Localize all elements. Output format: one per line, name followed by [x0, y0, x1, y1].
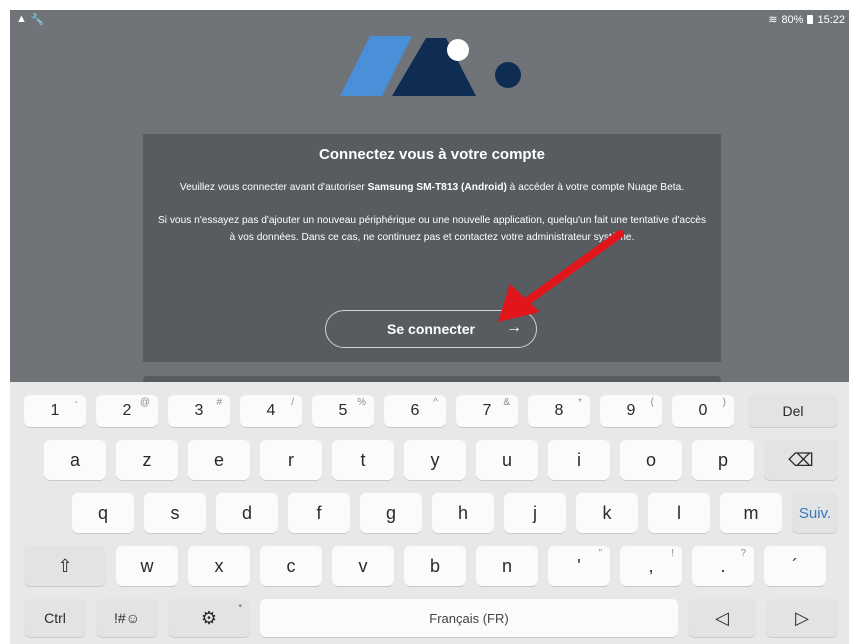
key-b[interactable]: b: [404, 546, 466, 586]
key-y[interactable]: y: [404, 440, 466, 480]
key-p[interactable]: p: [692, 440, 754, 480]
space-key[interactable]: Français (FR): [260, 599, 678, 637]
ctrl-key[interactable]: Ctrl: [24, 599, 86, 637]
nuage-logo: [340, 36, 521, 96]
key-s[interactable]: s: [144, 493, 206, 533]
key-accent[interactable]: ´: [764, 546, 826, 586]
key-8[interactable]: 8 *: [528, 395, 590, 427]
key-g[interactable]: g: [360, 493, 422, 533]
key-5[interactable]: 5%: [312, 395, 374, 427]
key-0[interactable]: 0): [672, 395, 734, 427]
key-t[interactable]: t: [332, 440, 394, 480]
key-h[interactable]: h: [432, 493, 494, 533]
battery-icon: [807, 15, 814, 24]
logo-dark-dot: [495, 62, 521, 88]
key-a[interactable]: a: [44, 440, 106, 480]
shift-icon: ⇧: [57, 555, 73, 576]
annotation-arrow-icon: [498, 230, 624, 322]
key-w[interactable]: w: [116, 546, 178, 586]
key-c[interactable]: c: [260, 546, 322, 586]
login-dialog: Connectez vous à votre compte Veuillez v…: [143, 134, 721, 362]
key-3[interactable]: 3 #: [168, 395, 230, 427]
key-v[interactable]: v: [332, 546, 394, 586]
backspace-key[interactable]: ⌫: [764, 440, 838, 480]
connect-button-label: Se connecter: [387, 321, 475, 337]
next-key[interactable]: Suiv.: [792, 493, 838, 533]
key-comma[interactable]: ,!: [620, 546, 682, 586]
mic-icon: •: [238, 601, 242, 612]
key-period[interactable]: .?: [692, 546, 754, 586]
key-r[interactable]: r: [260, 440, 322, 480]
battery-percent: 80%: [781, 13, 804, 26]
key-u[interactable]: u: [476, 440, 538, 480]
key-2[interactable]: 2 @: [96, 395, 158, 427]
shift-key[interactable]: ⇧: [24, 546, 106, 586]
status-bar-right: ≋ 80% 15:22: [768, 13, 845, 27]
arrow-right-icon: ▷: [795, 607, 809, 628]
status-bar-left: ▲ 🔧: [16, 13, 45, 26]
gear-icon: ⚙: [200, 607, 218, 628]
warning-icon: ▲: [16, 13, 27, 25]
message-text-end: à accéder à votre compte Nuage Beta.: [506, 182, 685, 193]
key-k[interactable]: k: [576, 493, 638, 533]
key-l[interactable]: l: [648, 493, 710, 533]
key-9[interactable]: 9(: [600, 395, 662, 427]
device-name: Samsung SM-T813 (Android): [367, 182, 507, 193]
message-text: Veuillez vous connecter avant d'autorise…: [179, 182, 368, 193]
dialog-title: Connectez vous à votre compte: [319, 146, 545, 163]
cursor-left-key[interactable]: ◁: [688, 599, 756, 637]
key-d[interactable]: d: [216, 493, 278, 533]
key-j[interactable]: j: [504, 493, 566, 533]
cursor-right-key[interactable]: ▷: [766, 599, 838, 637]
key-i[interactable]: i: [548, 440, 610, 480]
symbols-key[interactable]: !#☺: [96, 599, 158, 637]
key-7[interactable]: 7 &: [456, 395, 518, 427]
signal-icon: ≋: [768, 14, 778, 26]
key-o[interactable]: o: [620, 440, 682, 480]
key-z[interactable]: z: [116, 440, 178, 480]
key-e[interactable]: e: [188, 440, 250, 480]
delete-key[interactable]: Del: [748, 395, 838, 427]
key-q[interactable]: q: [72, 493, 134, 533]
dialog-message: Veuillez vous connecter avant d'autorise…: [155, 179, 710, 196]
key-n[interactable]: n: [476, 546, 538, 586]
settings-key[interactable]: ⚙ •: [168, 599, 250, 637]
key-apostrophe[interactable]: ' ": [548, 546, 610, 586]
key-4[interactable]: 4/: [240, 395, 302, 427]
arrow-left-icon: ◁: [715, 607, 729, 628]
backspace-icon: ⌫: [788, 449, 814, 470]
on-screen-keyboard: 1- 2 @ 3 # 4/ 5% 6 ^ 7 & 8 * 9( 0) Del a z e …: [10, 382, 849, 644]
key-x[interactable]: x: [188, 546, 250, 586]
key-6[interactable]: 6 ^: [384, 395, 446, 427]
key-f[interactable]: f: [288, 493, 350, 533]
key-m[interactable]: m: [720, 493, 782, 533]
clock: 15:22: [817, 13, 845, 26]
wrench-icon: 🔧: [30, 14, 45, 26]
logo-white-dot: [447, 39, 469, 61]
key-1[interactable]: 1-: [24, 395, 86, 427]
screen: ▲ 🔧 ≋ 80% 15:22 Connectez vous à votre c…: [10, 10, 849, 644]
